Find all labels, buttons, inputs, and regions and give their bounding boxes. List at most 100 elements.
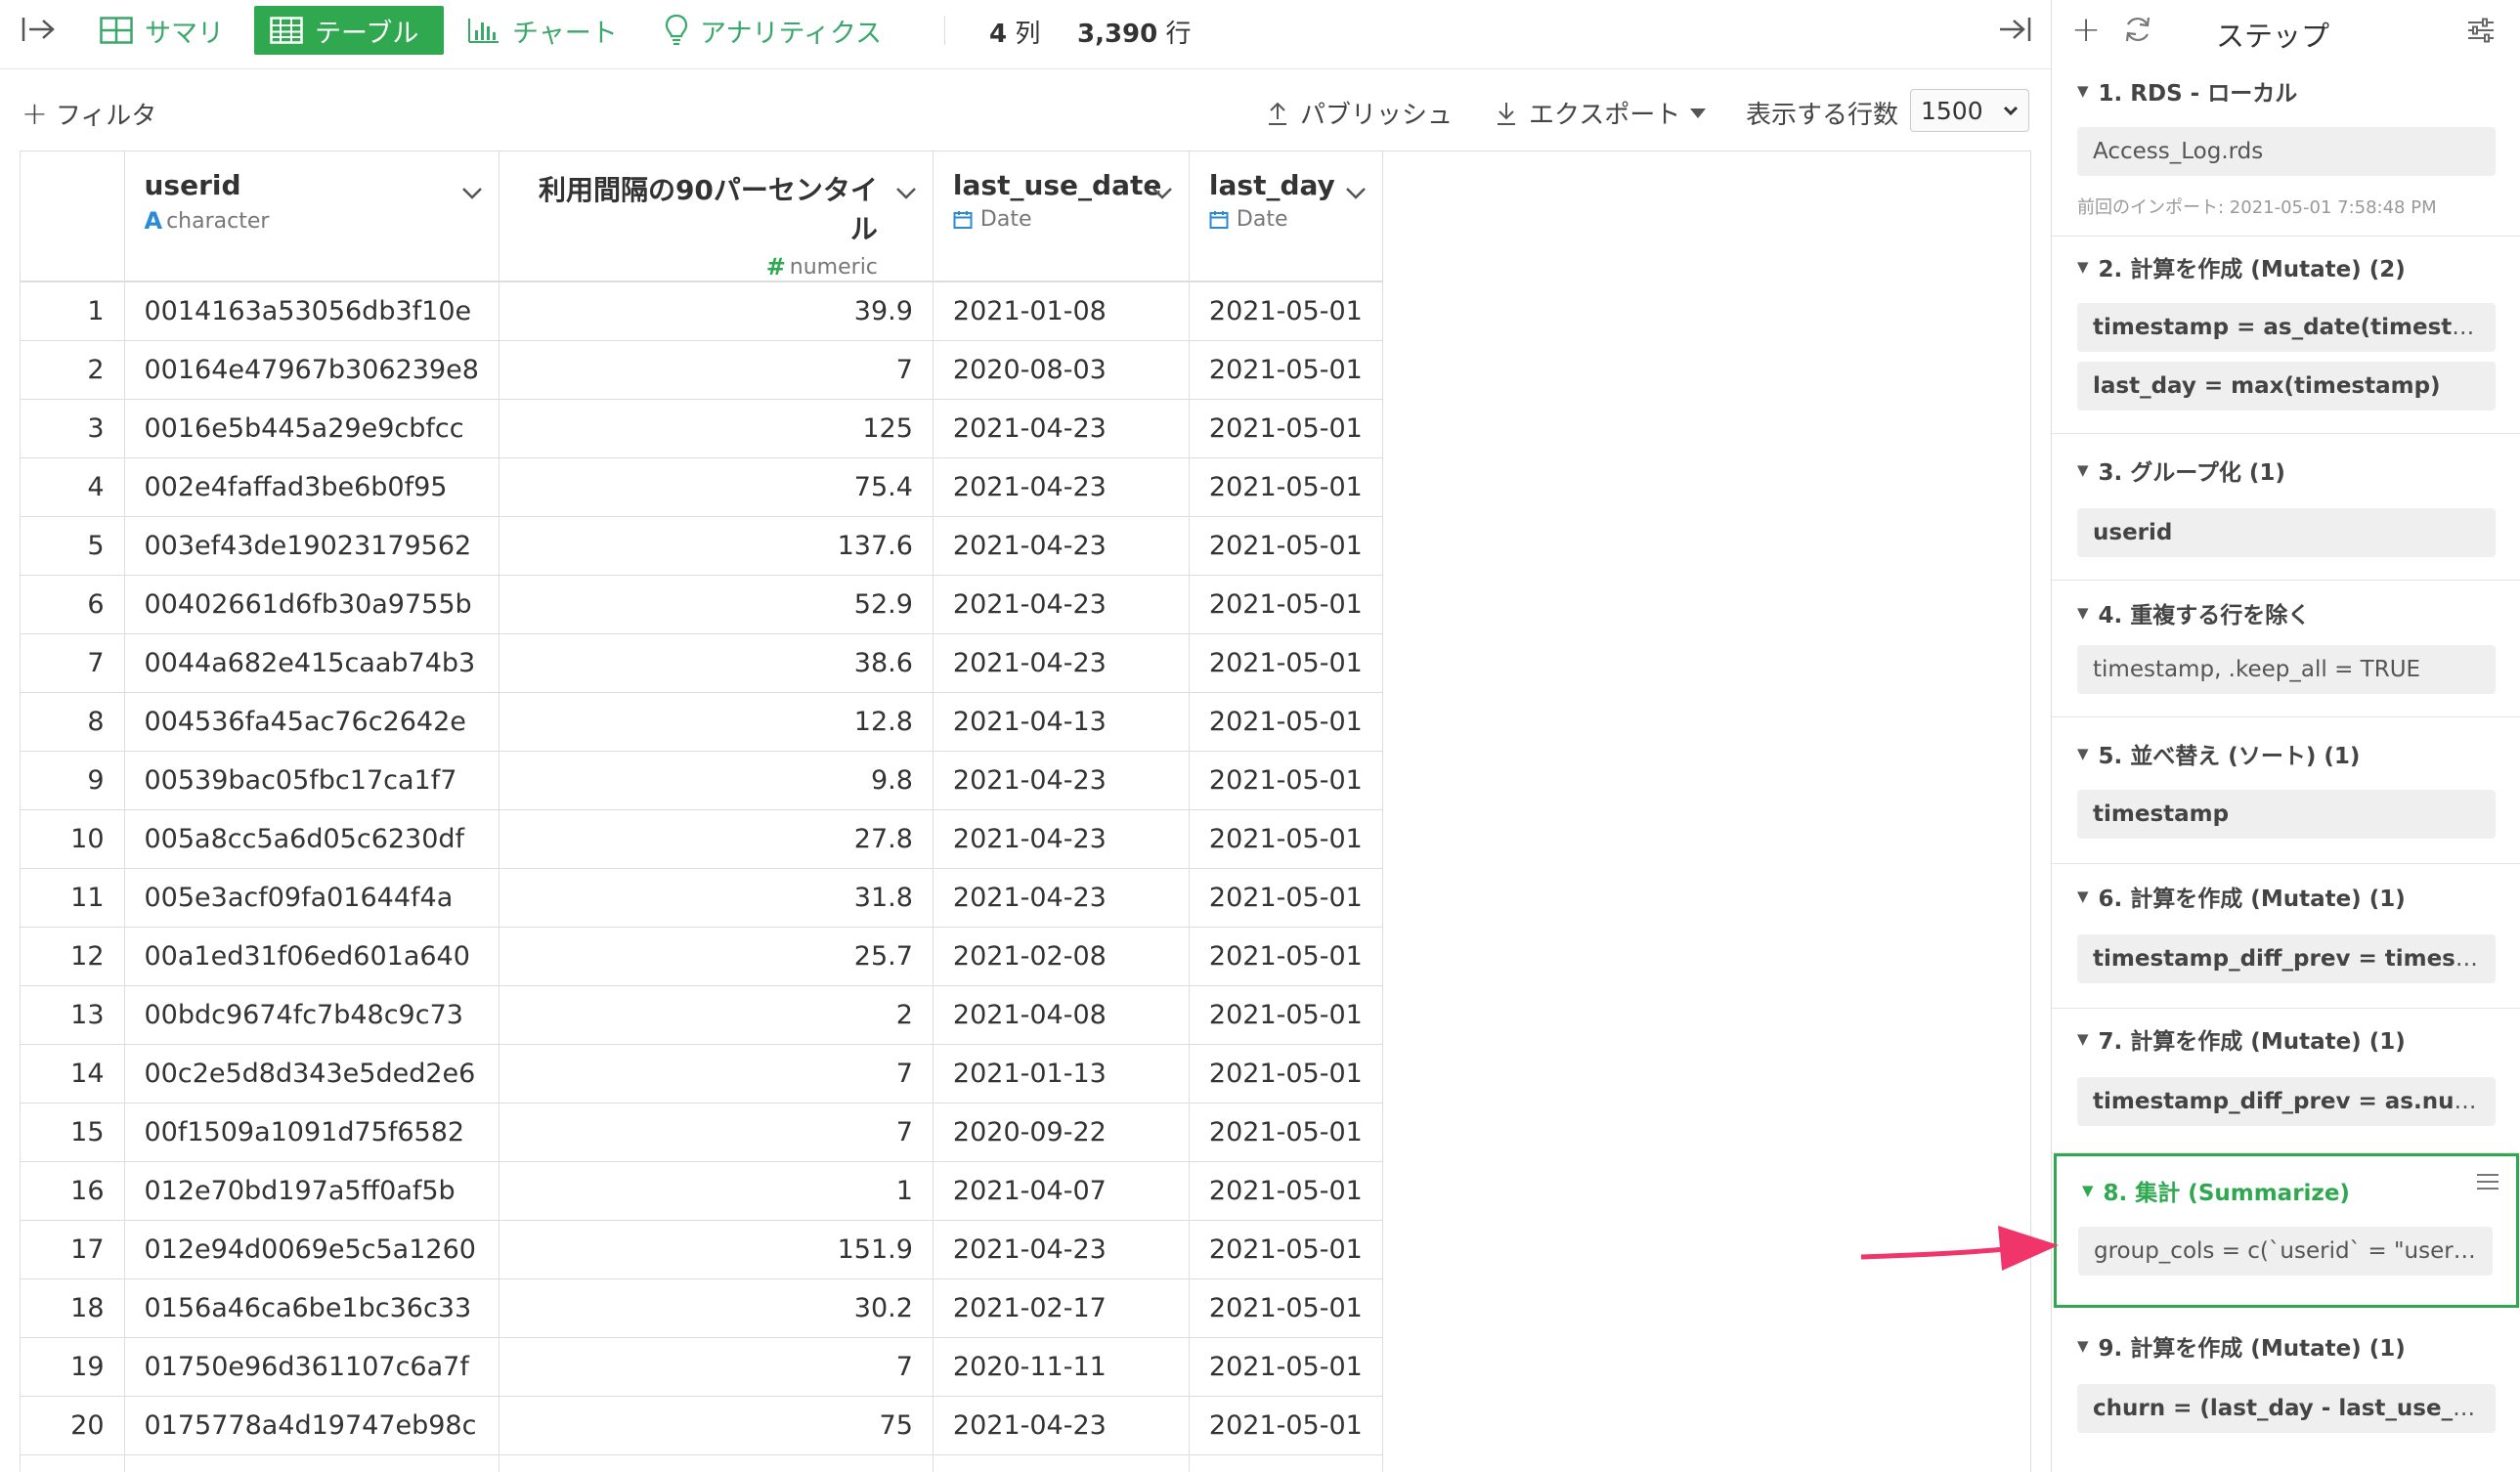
last-day-cell[interactable]: 2021-05-01 [1189, 399, 1383, 458]
rows-to-show-select[interactable]: 1500 [1910, 89, 2029, 132]
last-day-cell[interactable]: 2021-05-01 [1189, 1220, 1383, 1279]
step-chip[interactable]: group_cols = c(`userid` = "userid"),... [2078, 1227, 2493, 1276]
last-day-cell[interactable]: 2021-05-01 [1189, 633, 1383, 693]
step-4[interactable]: ▼ 4. 重複する行を除く timestamp, .keep_all = TRUE [2052, 581, 2520, 717]
percentile-cell[interactable]: 1 [499, 1454, 934, 1472]
percentile-cell[interactable]: 75 [499, 1396, 934, 1455]
last-use-date-cell[interactable]: 2021-04-23 [933, 516, 1190, 576]
percentile-cell[interactable]: 25.7 [499, 927, 934, 986]
last-day-cell[interactable]: 2021-05-01 [1189, 1161, 1383, 1221]
last-use-date-cell[interactable]: 2021-04-23 [933, 575, 1190, 634]
percentile-cell[interactable]: 31.8 [499, 868, 934, 928]
last-day-cell[interactable]: 2021-05-01 [1189, 516, 1383, 576]
percentile-cell[interactable]: 30.2 [499, 1278, 934, 1338]
userid-cell[interactable]: 004536fa45ac76c2642e [124, 692, 500, 752]
userid-cell[interactable]: 00bdc9674fc7b48c9c73 [124, 985, 500, 1045]
add-filter-button[interactable]: + フィルタ [22, 95, 156, 132]
step-chip[interactable]: timestamp, .keep_all = TRUE [2077, 645, 2496, 694]
userid-cell[interactable]: 012e70bd197a5ff0af5b [124, 1161, 500, 1221]
percentile-cell[interactable]: 12.8 [499, 692, 934, 752]
publish-button[interactable]: パブリッシュ [1267, 95, 1453, 131]
last-use-date-cell[interactable]: 2021-04-23 [933, 1396, 1190, 1455]
last-use-date-cell[interactable]: 2021-01-13 [933, 1044, 1190, 1104]
step-2[interactable]: ▼ 2. 計算を作成 (Mutate) (2) timestamp = as_da… [2052, 237, 2520, 434]
tab-table[interactable]: テーブル [254, 6, 444, 55]
step-chip[interactable]: timestamp_diff_prev = timestamp ... [2077, 934, 2496, 983]
tab-chart[interactable]: チャート [452, 6, 633, 55]
last-use-date-cell[interactable]: 2021-04-23 [933, 1220, 1190, 1279]
userid-cell[interactable]: 00164e47967b306239e8 [124, 340, 500, 400]
userid-cell[interactable]: 0014163a53056db3f10e [124, 281, 500, 341]
percentile-cell[interactable]: 151.9 [499, 1220, 934, 1279]
percentile-cell[interactable]: 39.9 [499, 281, 934, 341]
last-use-date-cell[interactable]: 2021-04-13 [933, 692, 1190, 752]
percentile-cell[interactable]: 137.6 [499, 516, 934, 576]
column-menu-chevron-icon[interactable] [1151, 177, 1173, 207]
last-use-date-cell[interactable]: 2020-11-11 [933, 1337, 1190, 1397]
step-7[interactable]: ▼ 7. 計算を作成 (Mutate) (1) timestamp_diff_pr… [2052, 1009, 2520, 1153]
step-chip[interactable]: userid [2077, 508, 2496, 557]
tab-summary[interactable]: サマリ [84, 6, 239, 55]
last-day-cell[interactable]: 2021-05-01 [1189, 575, 1383, 634]
last-day-cell[interactable]: 2021-05-01 [1189, 281, 1383, 341]
percentile-cell[interactable]: 27.8 [499, 809, 934, 869]
column-header-last-day[interactable]: last_day Date [1189, 152, 1383, 282]
step-chip[interactable]: timestamp_diff_prev = as.numeric(... [2077, 1077, 2496, 1126]
column-header-userid[interactable]: userid A character [124, 152, 500, 282]
last-use-date-cell[interactable]: 2021-04-23 [933, 751, 1190, 810]
percentile-cell[interactable]: 75.4 [499, 457, 934, 517]
last-use-date-cell[interactable]: 2020-08-03 [933, 340, 1190, 400]
last-use-date-cell[interactable]: 2021-04-23 [933, 633, 1190, 693]
userid-cell[interactable]: 00a1ed31f06ed601a640 [124, 927, 500, 986]
percentile-cell[interactable]: 38.6 [499, 633, 934, 693]
userid-cell[interactable]: 003ef43de19023179562 [124, 516, 500, 576]
settings-sliders-icon[interactable] [2466, 18, 2496, 47]
percentile-cell[interactable]: 2 [499, 985, 934, 1045]
step-8-summarize[interactable]: ▼ 8. 集計 (Summarize) group_cols = c(`useri… [2054, 1153, 2519, 1308]
userid-cell[interactable]: 00c2e5d8d343e5ded2e6 [124, 1044, 500, 1104]
userid-cell[interactable]: 01750e96d361107c6a7f [124, 1337, 500, 1397]
percentile-cell[interactable]: 7 [499, 1044, 934, 1104]
column-header-last-use-date[interactable]: last_use_date Date [933, 152, 1190, 282]
last-day-cell[interactable]: 2021-05-01 [1189, 927, 1383, 986]
step-chip[interactable]: churn = (last_day - last_use_date) ... [2077, 1384, 2496, 1433]
percentile-cell[interactable]: 7 [499, 1103, 934, 1162]
percentile-cell[interactable]: 7 [499, 340, 934, 400]
column-menu-chevron-icon[interactable] [1345, 177, 1367, 207]
userid-cell[interactable]: 012e94d0069e5c5a1260 [124, 1220, 500, 1279]
last-use-date-cell[interactable]: 2021-04-23 [933, 809, 1190, 869]
last-use-date-cell[interactable]: 2020-09-22 [933, 1103, 1190, 1162]
last-day-cell[interactable]: 2021-05-01 [1189, 1278, 1383, 1338]
last-use-date-cell[interactable]: 2021-01-08 [933, 281, 1190, 341]
userid-cell[interactable]: 0156a46ca6be1bc36c33 [124, 1278, 500, 1338]
collapse-right-icon[interactable] [1994, 14, 2033, 45]
last-day-cell[interactable]: 2021-05-01 [1189, 1103, 1383, 1162]
step-chip[interactable]: timestamp [2077, 790, 2496, 839]
collapse-left-icon[interactable] [20, 14, 59, 45]
last-use-date-cell[interactable]: 2021-04-08 [933, 985, 1190, 1045]
percentile-cell[interactable]: 1 [499, 1161, 934, 1221]
last-use-date-cell[interactable]: 2021-02-17 [933, 1278, 1190, 1338]
column-header-percentile[interactable]: 利用間隔の90パーセンタイル # numeric [499, 152, 934, 282]
last-day-cell[interactable]: 2021-05-01 [1189, 1044, 1383, 1104]
hamburger-menu-icon[interactable] [2475, 1172, 2500, 1195]
export-button[interactable]: エクスポート [1496, 95, 1707, 131]
last-use-date-cell[interactable]: 2021-04-23 [933, 457, 1190, 517]
refresh-icon[interactable] [2122, 14, 2153, 49]
last-day-cell[interactable]: 2021-05-01 [1189, 868, 1383, 928]
last-day-cell[interactable]: 2021-05-01 [1189, 457, 1383, 517]
step-chip[interactable]: last_day = max(timestamp) [2077, 362, 2496, 411]
userid-cell[interactable]: 0175778a4d19747eb98c [124, 1396, 500, 1455]
tab-analytics[interactable]: アナリティクス [649, 6, 897, 55]
userid-cell[interactable]: 00539bac05fbc17ca1f7 [124, 751, 500, 810]
last-day-cell[interactable]: 2021-05-01 [1189, 985, 1383, 1045]
last-day-cell[interactable]: 2021-05-01 [1189, 809, 1383, 869]
last-day-cell[interactable]: 2021-05-01 [1189, 692, 1383, 752]
userid-cell[interactable]: 017febe21893719cdde1 [124, 1454, 500, 1472]
step-chip[interactable]: Access_Log.rds [2077, 127, 2496, 176]
userid-cell[interactable]: 005a8cc5a6d05c6230df [124, 809, 500, 869]
step-9[interactable]: ▼ 9. 計算を作成 (Mutate) (1) churn = (last_day… [2052, 1308, 2520, 1472]
last-day-cell[interactable]: 2021-05-01 [1189, 340, 1383, 400]
add-step-icon[interactable]: + [2071, 10, 2101, 50]
last-day-cell[interactable]: 2021-05-01 [1189, 751, 1383, 810]
